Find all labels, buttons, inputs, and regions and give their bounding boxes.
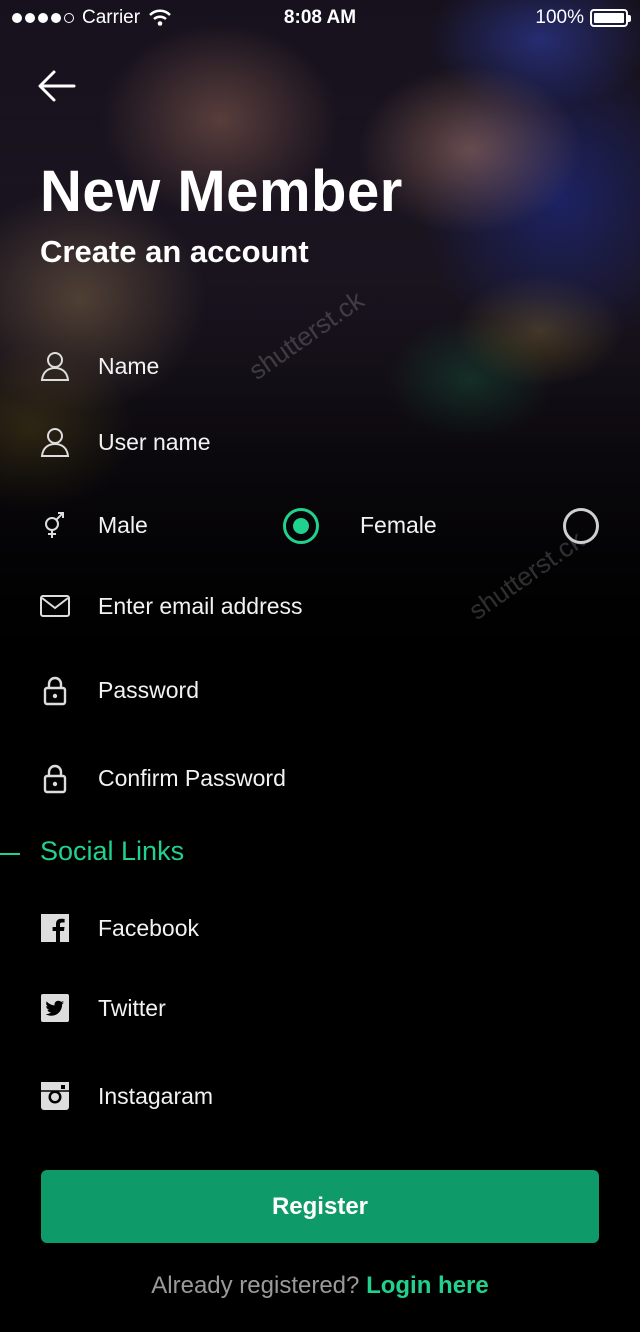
twitter-icon xyxy=(38,991,72,1025)
already-registered-text: Already registered? xyxy=(151,1272,360,1299)
social-link-twitter[interactable]: Twitter xyxy=(38,988,166,1028)
section-dash xyxy=(0,853,20,855)
page-subtitle: Create an account xyxy=(40,234,309,269)
arrow-left-icon xyxy=(38,70,76,102)
battery-group: 100% xyxy=(535,7,631,29)
user-icon xyxy=(38,425,72,459)
confirm-password-placeholder: Confirm Password xyxy=(98,764,286,791)
password-placeholder: Password xyxy=(98,676,199,703)
social-link-facebook[interactable]: Facebook xyxy=(38,908,199,948)
battery-icon xyxy=(590,9,631,27)
twitter-label: Twitter xyxy=(98,994,166,1021)
mail-icon xyxy=(38,589,72,623)
gender-option-female[interactable]: Female xyxy=(360,512,437,539)
user-icon xyxy=(38,349,72,383)
email-field[interactable]: Enter email address xyxy=(38,586,303,626)
username-placeholder: User name xyxy=(98,428,211,455)
battery-percent: 100% xyxy=(535,7,584,28)
social-link-instagram[interactable]: Instagaram xyxy=(38,1076,213,1116)
hero-background xyxy=(0,0,640,690)
lock-icon xyxy=(38,761,72,795)
login-prompt: Already registered? Login here xyxy=(0,1272,640,1300)
username-field[interactable]: User name xyxy=(38,422,210,462)
instagram-label: Instagaram xyxy=(98,1082,214,1109)
name-placeholder: Name xyxy=(98,352,160,379)
page-title: New Member xyxy=(40,159,403,224)
radio-female[interactable] xyxy=(563,508,599,544)
lock-icon xyxy=(38,673,72,707)
back-button[interactable] xyxy=(36,66,76,106)
facebook-label: Facebook xyxy=(98,914,200,941)
gender-option-male[interactable]: Male xyxy=(98,512,148,539)
register-button[interactable]: Register xyxy=(41,1170,599,1243)
name-field[interactable]: Name xyxy=(38,346,159,386)
gender-icon xyxy=(38,508,72,542)
confirm-password-field[interactable]: Confirm Password xyxy=(38,758,286,798)
email-placeholder: Enter email address xyxy=(98,592,303,619)
radio-male[interactable] xyxy=(283,508,319,544)
status-bar: Carrier 8:08 AM 100% xyxy=(0,0,640,36)
social-links-heading: Social Links xyxy=(40,836,185,866)
instagram-icon xyxy=(38,1079,72,1113)
password-field[interactable]: Password xyxy=(38,670,199,710)
gender-group: Male xyxy=(38,505,148,545)
facebook-icon xyxy=(38,911,72,945)
login-link[interactable]: Login here xyxy=(366,1272,489,1299)
